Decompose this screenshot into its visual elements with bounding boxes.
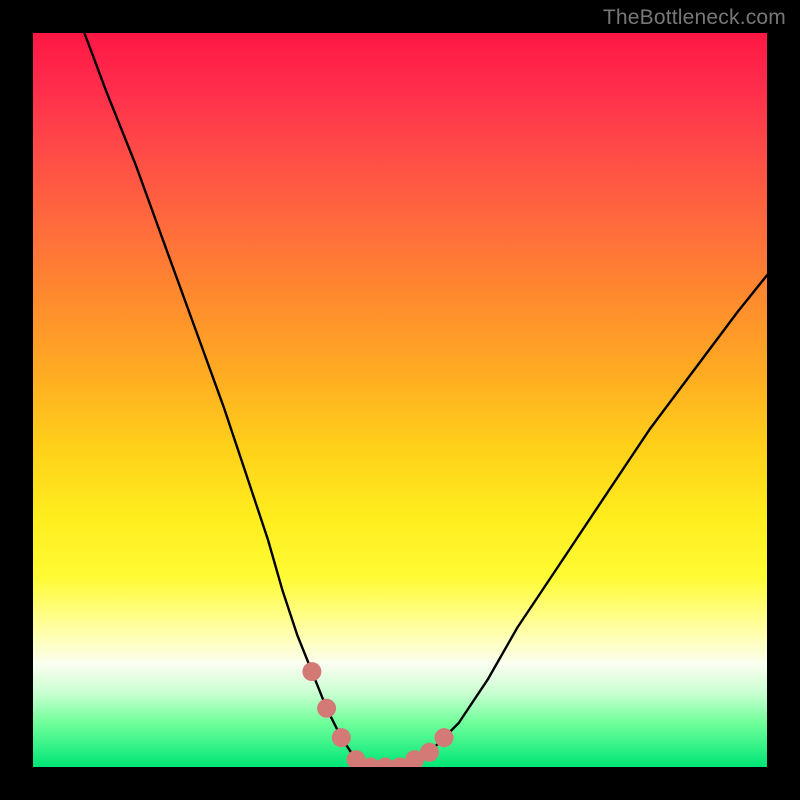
highlight-marker (332, 728, 351, 747)
chart-plot-area (33, 33, 767, 767)
highlight-marker (302, 662, 321, 681)
chart-frame: TheBottleneck.com (0, 0, 800, 800)
chart-svg (33, 33, 767, 767)
highlight-markers (302, 662, 453, 767)
highlight-marker (420, 743, 439, 762)
highlight-marker (435, 728, 454, 747)
highlight-marker (317, 699, 336, 718)
bottleneck-curve (84, 33, 767, 767)
attribution-text: TheBottleneck.com (603, 6, 786, 30)
